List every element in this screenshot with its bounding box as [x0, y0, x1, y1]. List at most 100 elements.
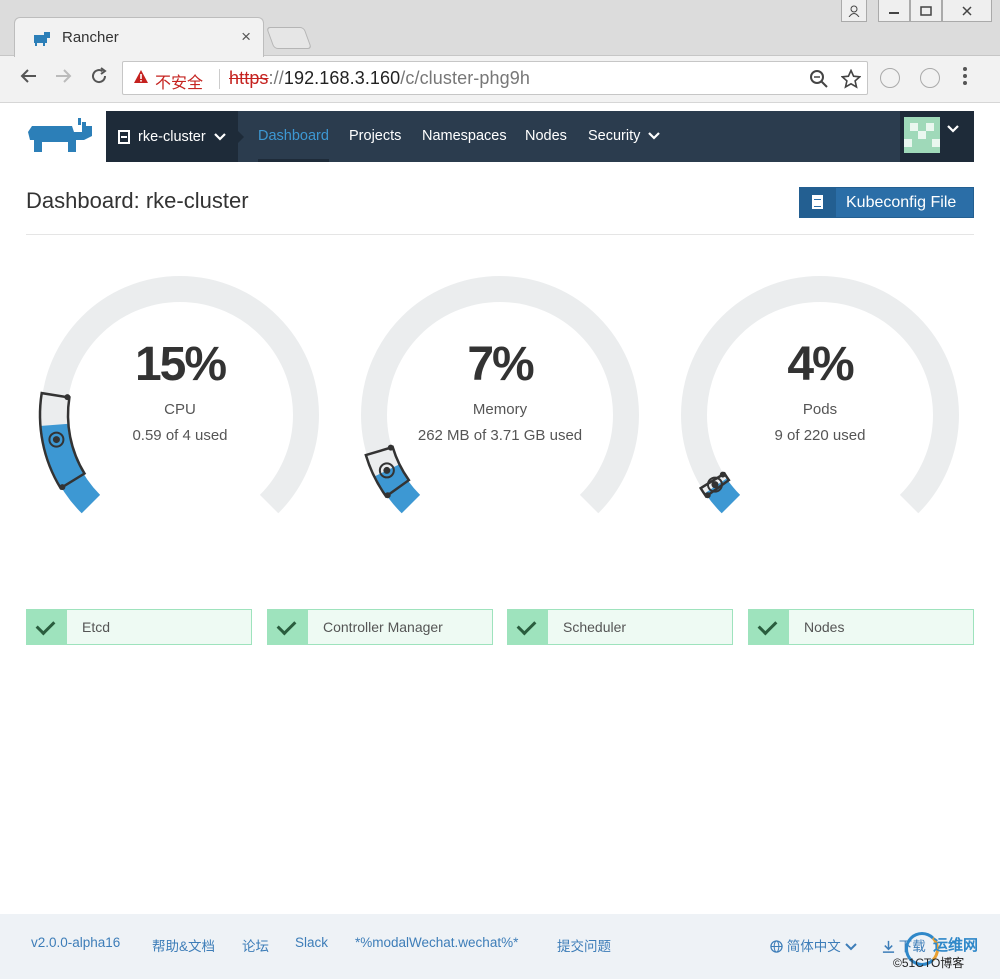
- nav-projects[interactable]: Projects: [349, 111, 401, 162]
- chevron-down-icon: [947, 125, 959, 133]
- browser-chrome: Rancher × 不安全 https://192.168.3.160/c/cl…: [0, 0, 1000, 103]
- gauge-value: 7%: [467, 338, 534, 391]
- browser-tab[interactable]: Rancher ×: [14, 17, 264, 57]
- forward-arrow-icon: [56, 69, 72, 83]
- status-label: Nodes: [804, 619, 845, 635]
- main-nav: rke-cluster Dashboard Projects Namespace…: [106, 111, 974, 162]
- cpu-gauge: 15% CPU 0.59 of 4 used: [30, 270, 330, 530]
- user-menu[interactable]: [900, 111, 974, 162]
- watermark-sub: ©51CTO博客: [893, 956, 965, 970]
- url-protocol: https: [229, 68, 269, 88]
- gauge-detail: 9 of 220 used: [774, 427, 866, 444]
- close-window-button[interactable]: [942, 0, 992, 22]
- bracket-end-dot: [387, 444, 394, 451]
- bracket-start-dot: [704, 492, 711, 499]
- memory-gauge: 7% Memory 262 MB of 3.71 GB used: [350, 270, 650, 530]
- profile-button[interactable]: [841, 0, 867, 22]
- chevron-down-icon: [648, 132, 661, 140]
- tab-close-icon[interactable]: ×: [241, 27, 251, 47]
- user-icon: [848, 5, 860, 17]
- minimize-icon: [889, 11, 899, 14]
- help-docs-link[interactable]: 帮助&文档: [152, 935, 215, 955]
- status-nodes: Nodes: [748, 609, 974, 645]
- chevron-down-icon: [213, 132, 226, 141]
- browser-titlebar: Rancher ×: [0, 0, 1000, 57]
- bracket-end-dot: [719, 471, 726, 478]
- nav-security[interactable]: Security: [588, 111, 661, 162]
- limit-marker-dot: [383, 466, 391, 474]
- avatar: [904, 117, 940, 153]
- kubeconfig-button[interactable]: Kubeconfig File: [799, 187, 974, 218]
- url-text: https://192.168.3.160/c/cluster-phg9h: [229, 68, 530, 89]
- bracket-start-dot: [59, 484, 66, 491]
- gauge-arc: [681, 276, 959, 514]
- forum-link[interactable]: 论坛: [242, 935, 269, 955]
- new-tab-button[interactable]: [265, 27, 313, 49]
- version-link[interactable]: v2.0.0-alpha16: [31, 935, 120, 950]
- header-divider: [26, 234, 974, 235]
- gauge-track: [41, 276, 319, 514]
- browser-menu-icon[interactable]: [962, 66, 968, 86]
- cluster-selector[interactable]: rke-cluster: [106, 111, 238, 162]
- check-icon: [508, 610, 548, 644]
- zoom-icon[interactable]: [809, 69, 829, 89]
- file-issue-link[interactable]: 提交问题: [557, 935, 611, 955]
- address-bar[interactable]: 不安全 https://192.168.3.160/c/cluster-phg9…: [122, 61, 868, 95]
- site-watermark: 运维网 ©51CTO博客: [893, 930, 995, 975]
- back-arrow-icon: [20, 69, 36, 83]
- gauge-label: Memory: [472, 401, 528, 418]
- gauge-label: Pods: [802, 401, 838, 418]
- bracket-end-dot: [64, 394, 71, 401]
- star-icon[interactable]: [841, 69, 861, 89]
- download-icon: [882, 940, 895, 953]
- extension-icon[interactable]: [920, 68, 940, 88]
- rancher-favicon-icon: [34, 32, 50, 46]
- language-label: 简体中文: [786, 939, 841, 954]
- gauge-detail: 0.59 of 4 used: [132, 427, 228, 444]
- browser-toolbar: 不安全 https://192.168.3.160/c/cluster-phg9…: [0, 56, 1000, 102]
- tab-title: Rancher: [62, 29, 119, 46]
- slack-link[interactable]: Slack: [295, 935, 328, 950]
- address-separator: [219, 69, 220, 89]
- nav-security-label: Security: [588, 128, 641, 144]
- globe-icon: [770, 940, 783, 953]
- status-etcd: Etcd: [26, 609, 252, 645]
- gauge-track: [361, 276, 639, 514]
- gauge-track: [681, 276, 959, 514]
- status-scheduler: Scheduler: [507, 609, 733, 645]
- wechat-link[interactable]: *%modalWechat.wechat%*: [355, 935, 518, 950]
- check-icon: [27, 610, 67, 644]
- bracket-start-dot: [384, 492, 391, 499]
- nav-namespaces[interactable]: Namespaces: [422, 111, 507, 162]
- maximize-button[interactable]: [910, 0, 942, 22]
- file-icon: [800, 188, 836, 217]
- status-label: Controller Manager: [323, 619, 443, 635]
- reload-button[interactable]: [84, 64, 114, 94]
- limit-marker-dot: [711, 481, 719, 489]
- warning-icon: [134, 70, 148, 83]
- nav-dashboard[interactable]: Dashboard: [258, 111, 329, 162]
- reload-icon: [92, 67, 107, 84]
- gauge-detail: 262 MB of 3.71 GB used: [417, 427, 583, 444]
- url-host: 192.168.3.160: [283, 68, 401, 88]
- watermark-text: 运维网: [933, 937, 979, 954]
- close-icon: [962, 5, 972, 16]
- check-icon: [268, 610, 308, 644]
- minimize-button[interactable]: [878, 0, 910, 22]
- nav-pointer: [238, 131, 244, 143]
- gauge-arc: [38, 276, 319, 514]
- rancher-cow-logo[interactable]: [26, 118, 92, 154]
- back-button[interactable]: [14, 64, 44, 94]
- gauge-value: 15%: [134, 338, 227, 391]
- status-label: Etcd: [82, 619, 111, 635]
- nav-nodes[interactable]: Nodes: [525, 111, 567, 162]
- kubeconfig-label: Kubeconfig File: [846, 194, 957, 211]
- status-controller-manager: Controller Manager: [267, 609, 493, 645]
- pods-gauge: 4% Pods 9 of 220 used: [670, 270, 970, 530]
- page-title: Dashboard: rke-cluster: [26, 188, 249, 213]
- extension-icon[interactable]: [880, 68, 900, 88]
- language-selector[interactable]: 简体中文: [770, 935, 857, 955]
- status-label: Scheduler: [563, 619, 627, 635]
- server-icon: [118, 129, 130, 144]
- forward-button[interactable]: [48, 64, 78, 94]
